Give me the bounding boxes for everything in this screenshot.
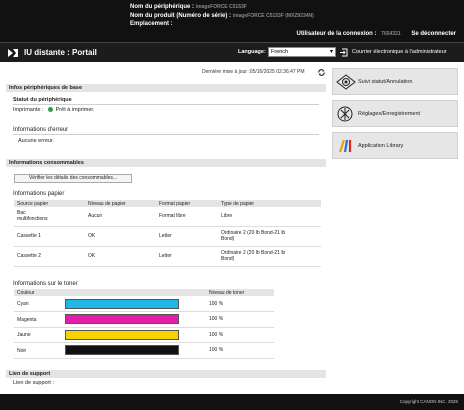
- user-row: Utilisateur de la connexion : 7654321 Se…: [296, 31, 456, 37]
- product-name-value: imageFORCE C5153F (MXZ9234N): [232, 12, 314, 19]
- paper-type: Ordinaire 2 (20 lb Bond-21 lb Bond): [218, 246, 321, 267]
- toner-color-cell: Cyan: [14, 296, 206, 312]
- product-name-label: Nom du produit (Numéro de série) :: [130, 12, 232, 19]
- toner-name: Cyan: [17, 300, 29, 307]
- last-updated-text: Dernière mise à jour :05/16/2025 02:36:4…: [202, 69, 305, 75]
- column-header: Format papier: [156, 200, 218, 207]
- divider: [13, 104, 319, 105]
- content-area: Dernière mise à jour :05/16/2025 02:36:4…: [0, 62, 464, 394]
- language-select[interactable]: French ▾: [268, 47, 336, 57]
- email-admin-link[interactable]: Courrier électronique à l'administrateur: [352, 49, 447, 55]
- application-library-button[interactable]: Application Library: [332, 132, 458, 159]
- logout-link[interactable]: Se déconnecter: [411, 31, 456, 37]
- toner-level-bar: [65, 329, 179, 340]
- paper-level: Aucun: [85, 207, 156, 227]
- mail-arrow-icon[interactable]: [340, 48, 349, 57]
- remote-ui-logo-icon: [8, 49, 18, 57]
- column-header: Type de papier: [218, 200, 321, 207]
- toner-color-cell: Noir: [14, 342, 206, 359]
- paper-type: Ordinaire 2 (20 lb Bond-21 lb Bond): [218, 226, 321, 247]
- toner-name: Magenta: [17, 316, 37, 323]
- toner-level: 100 %: [206, 342, 274, 359]
- nav-bar: IU distante : Portail Language: French ▾…: [0, 42, 464, 62]
- paper-source: Cassette 1: [14, 226, 85, 247]
- paper-type: Libre: [218, 207, 321, 227]
- settings-label: Réglages/Enregistrement: [358, 111, 421, 117]
- status-monitor-button[interactable]: Suivi statut/Annulation: [332, 68, 458, 95]
- status-ready-icon: [48, 107, 54, 113]
- paper-size: Letter: [156, 226, 218, 247]
- refresh-icon[interactable]: [317, 68, 326, 77]
- toner-level-bar: [65, 345, 179, 356]
- settings-icon: [337, 106, 353, 122]
- user-name: 7654321: [381, 31, 401, 37]
- column-header: Niveau de papier: [85, 200, 156, 207]
- footer: Copyright CANON INC. 2025: [0, 394, 464, 410]
- copyright-text: Copyright CANON INC. 2025: [399, 399, 458, 404]
- paper-source: Cassette 2: [14, 246, 85, 267]
- application-library-icon: [338, 139, 352, 153]
- device-name-value: imageFORCE C5153F: [195, 4, 247, 10]
- table-row: Cyan 100 %: [14, 296, 274, 312]
- toner-info-title: Informations sur le toner: [13, 281, 78, 287]
- table-row: Magenta 100 %: [14, 311, 274, 328]
- toner-level: 100 %: [206, 311, 274, 328]
- divider: [13, 134, 319, 135]
- toner-name: Jaune: [17, 332, 31, 339]
- error-value: Aucune erreur.: [18, 138, 55, 144]
- printer-status-row: Imprimante : Prêt à imprimer.: [13, 107, 94, 113]
- basic-info-header: Infos périphériques de base: [6, 84, 326, 92]
- column-header: Couleur: [14, 289, 206, 296]
- page-title: IU distante : Portail: [24, 48, 97, 57]
- printer-label: Imprimante :: [13, 107, 44, 113]
- paper-level: OK: [85, 246, 156, 267]
- device-status-title: Statut du périphérique: [13, 97, 72, 103]
- toner-level: 100 %: [206, 327, 274, 343]
- paper-table-header: Source papier Niveau de papier Format pa…: [14, 200, 321, 207]
- toner-level-bar: [65, 298, 179, 309]
- paper-level: OK: [85, 226, 156, 247]
- table-row: Cassette 2 OK Letter Ordinaire 2 (20 lb …: [14, 246, 321, 267]
- printer-status: Prêt à imprimer.: [55, 107, 95, 113]
- support-header: Lien de support: [6, 370, 326, 378]
- error-info-title: Informations d'erreur: [13, 127, 69, 133]
- table-row: Cassette 1 OK Letter Ordinaire 2 (20 lb …: [14, 226, 321, 247]
- table-row: Noir 100 %: [14, 342, 274, 359]
- status-monitor-label: Suivi statut/Annulation: [358, 79, 413, 85]
- status-monitor-icon: [336, 74, 356, 90]
- settings-button[interactable]: Réglages/Enregistrement: [332, 100, 458, 127]
- table-row: Bac multifonctions Aucun Format libre Li…: [14, 207, 321, 227]
- device-info: Nom du périphérique : imageFORCE C5153F …: [130, 3, 314, 29]
- paper-source: Bac multifonctions: [14, 207, 85, 227]
- paper-table: Source papier Niveau de papier Format pa…: [14, 200, 321, 267]
- column-header: Niveau de toner: [206, 289, 274, 296]
- chevron-down-icon: ▾: [329, 49, 333, 55]
- toner-table-header: Couleur Niveau de toner: [14, 289, 274, 296]
- toner-table: Couleur Niveau de toner Cyan 100 % Magen…: [14, 289, 274, 359]
- toner-level-bar: [65, 314, 179, 325]
- paper-type-text: Ordinaire 2 (20 lb Bond-21 lb Bond): [221, 230, 286, 242]
- toner-level: 100 %: [206, 296, 274, 312]
- paper-type-text: Ordinaire 2 (20 lb Bond-21 lb Bond): [221, 250, 286, 262]
- location-label: Emplacement :: [130, 21, 173, 27]
- device-name-label: Nom du périphérique :: [130, 4, 195, 10]
- paper-info-title: Informations papier: [13, 191, 65, 197]
- top-header: Nom du périphérique : imageFORCE C5153F …: [0, 0, 464, 42]
- table-row: Jaune 100 %: [14, 327, 274, 343]
- language-select-value: French: [271, 49, 289, 55]
- language-label: Language:: [238, 49, 266, 55]
- check-consumables-button[interactable]: Vérifier les détails des consommables...: [14, 174, 132, 183]
- support-link-label: Lien de support :: [13, 380, 54, 386]
- application-library-label: Application Library: [358, 143, 404, 149]
- main-panel: Dernière mise à jour :05/16/2025 02:36:4…: [6, 62, 326, 394]
- column-header: Source papier: [14, 200, 85, 207]
- paper-size: Format libre: [156, 207, 218, 227]
- user-label: Utilisateur de la connexion :: [296, 31, 377, 37]
- paper-size: Letter: [156, 246, 218, 267]
- toner-color-cell: Magenta: [14, 311, 206, 328]
- consumables-header: Informations consommables: [6, 159, 326, 167]
- toner-color-cell: Jaune: [14, 327, 206, 343]
- paper-source-text: Bac multifonctions: [17, 210, 48, 223]
- toner-name: Noir: [17, 347, 27, 354]
